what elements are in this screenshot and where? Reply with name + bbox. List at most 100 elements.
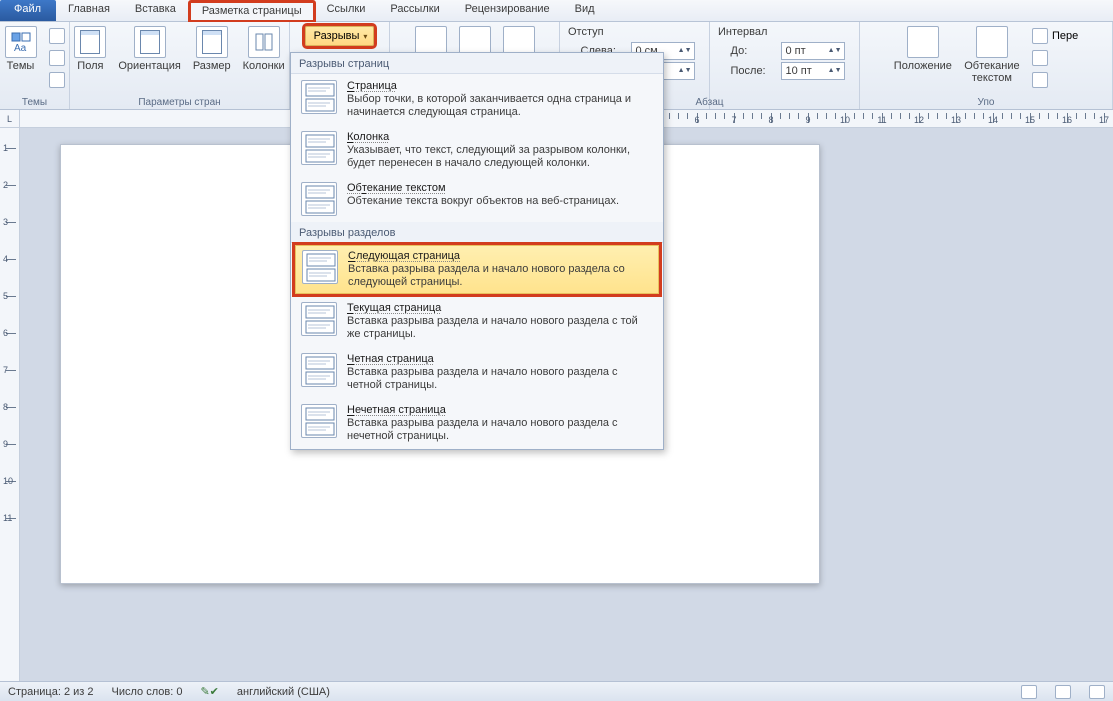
group-themes: Aa Темы Темы: [0, 22, 70, 109]
gallery-item-section-0[interactable]: Следующая страницаВставка разрыва раздел…: [295, 245, 659, 294]
ruler-corner: L: [0, 110, 20, 128]
status-page[interactable]: Страница: 2 из 2: [8, 686, 94, 698]
gallery-item-page-0[interactable]: СтраницаВыбор точки, в которой заканчива…: [291, 74, 663, 125]
tab-review[interactable]: Рецензирование: [453, 0, 563, 21]
view-print-layout-button[interactable]: [1021, 685, 1037, 699]
send-backward-button[interactable]: [1028, 48, 1082, 68]
size-icon: [196, 26, 228, 58]
gallery-header-page-breaks: Разрывы страниц: [291, 53, 663, 74]
themes-label: Темы: [7, 60, 35, 72]
ruler-h-number: 16: [1062, 115, 1072, 125]
tab-mailings[interactable]: Рассылки: [378, 0, 452, 21]
status-word-count[interactable]: Число слов: 0: [112, 686, 183, 698]
themes-button[interactable]: Aa Темы: [1, 24, 41, 74]
theme-fonts-button[interactable]: [45, 48, 69, 68]
position-label: Положение: [894, 60, 952, 72]
gallery-item-icon: [302, 250, 338, 284]
ruler-v-number: 9: [3, 439, 8, 449]
vertical-ruler[interactable]: 1234567891011: [0, 128, 20, 681]
gallery-item-desc: Вставка разрыва раздела и начало нового …: [347, 366, 653, 392]
gallery-item-desc: Вставка разрыва раздела и начало нового …: [347, 417, 653, 443]
truncated-label: Пере: [1052, 30, 1078, 42]
ruler-v-number: 6: [3, 328, 8, 338]
gallery-item-title: Страница: [347, 80, 653, 92]
size-label: Размер: [193, 60, 231, 72]
status-language[interactable]: английский (США): [237, 686, 330, 698]
bring-forward-button[interactable]: Пере: [1028, 26, 1082, 46]
spinner-arrows-icon[interactable]: ▲▼: [828, 48, 842, 54]
orientation-label: Ориентация: [118, 60, 180, 72]
tab-view[interactable]: Вид: [563, 0, 608, 21]
size-button[interactable]: Размер: [189, 24, 235, 74]
tab-page-layout[interactable]: Разметка страницы: [189, 1, 315, 22]
spacing-after-input[interactable]: 10 пт ▲▼: [781, 62, 845, 80]
ruler-v-number: 5: [3, 291, 8, 301]
dropdown-arrow-icon: ▾: [363, 32, 367, 41]
gallery-item-section-3[interactable]: Нечетная страницаВставка разрыва раздела…: [291, 398, 663, 449]
selection-pane-button[interactable]: [1028, 70, 1082, 90]
gallery-item-section-2[interactable]: Четная страницаВставка разрыва раздела и…: [291, 347, 663, 398]
gallery-item-icon: [301, 80, 337, 114]
margins-icon: [74, 26, 106, 58]
gallery-item-desc: Вставка разрыва раздела и начало нового …: [347, 315, 653, 341]
gallery-item-section-1[interactable]: Текущая страницаВставка разрыва раздела …: [291, 296, 663, 347]
ruler-h-number: 6: [694, 115, 699, 125]
wrap-text-button[interactable]: Обтекание текстом: [960, 24, 1024, 86]
status-bar: Страница: 2 из 2 Число слов: 0 ✎✔ англий…: [0, 681, 1113, 701]
ruler-h-number: 9: [805, 115, 810, 125]
view-web-button[interactable]: [1089, 685, 1105, 699]
spacing-after-label: После:: [731, 65, 775, 77]
position-button[interactable]: Положение: [890, 24, 956, 74]
gallery-item-desc: Выбор точки, в которой заканчивается одн…: [347, 93, 653, 119]
group-page-setup-label: Параметры стран: [70, 97, 289, 108]
gallery-item-icon: [301, 302, 337, 336]
gallery-item-page-1[interactable]: КолонкаУказывает, что текст, следующий з…: [291, 125, 663, 176]
group-arrange-label: Упо: [860, 97, 1112, 108]
spacing-before-label: До:: [731, 45, 775, 57]
spacing-before-input[interactable]: 0 пт ▲▼: [781, 42, 845, 60]
theme-colors-button[interactable]: [45, 26, 69, 46]
orientation-button[interactable]: Ориентация: [114, 24, 184, 74]
breaks-gallery: Разрывы страниц СтраницаВыбор точки, в к…: [290, 52, 664, 450]
gallery-item-icon: [301, 404, 337, 438]
margins-label: Поля: [77, 60, 103, 72]
ruler-v-number: 4: [3, 254, 8, 264]
tab-bar: Файл Главная Вставка Разметка страницы С…: [0, 0, 1113, 22]
gallery-item-desc: Указывает, что текст, следующий за разры…: [347, 144, 653, 170]
gallery-item-page-2[interactable]: Обтекание текстомОбтекание текста вокруг…: [291, 176, 663, 222]
view-fullscreen-button[interactable]: [1055, 685, 1071, 699]
breaks-button[interactable]: Разрывы ▾: [305, 26, 375, 46]
tab-insert[interactable]: Вставка: [123, 0, 189, 21]
indent-header: Отступ: [566, 24, 604, 40]
orientation-icon: [134, 26, 166, 58]
group-spacing: Интервал До: 0 пт ▲▼ После: 10 пт ▲▼ Абз…: [710, 22, 860, 109]
spinner-arrows-icon[interactable]: ▲▼: [678, 68, 692, 74]
proofing-icon[interactable]: ✎✔: [200, 685, 218, 698]
columns-button[interactable]: Колонки: [239, 24, 289, 74]
ruler-v-number: 10: [3, 476, 13, 486]
gallery-item-desc: Вставка разрыва раздела и начало нового …: [348, 263, 652, 289]
ruler-h-number: 12: [914, 115, 924, 125]
gallery-item-title: Нечетная страница: [347, 404, 653, 416]
wrap-text-icon: [976, 26, 1008, 58]
ruler-v-number: 3: [3, 217, 8, 227]
bring-forward-icon: [1032, 28, 1048, 44]
theme-effects-button[interactable]: [45, 70, 69, 90]
spinner-arrows-icon[interactable]: ▲▼: [678, 48, 692, 54]
tab-file[interactable]: Файл: [0, 0, 56, 21]
gallery-item-desc: Обтекание текста вокруг объектов на веб-…: [347, 195, 653, 208]
gallery-item-title: Колонка: [347, 131, 653, 143]
tab-home[interactable]: Главная: [56, 0, 123, 21]
margins-button[interactable]: Поля: [70, 24, 110, 74]
ruler-h-number: 8: [768, 115, 773, 125]
ruler-v-number: 11: [3, 513, 12, 523]
tab-references[interactable]: Ссылки: [315, 0, 379, 21]
ruler-v-number: 7: [3, 365, 8, 375]
columns-label: Колонки: [243, 60, 285, 72]
spacing-before-value: 0 пт: [786, 45, 806, 57]
send-backward-icon: [1032, 50, 1048, 66]
spacing-header: Интервал: [716, 24, 767, 40]
wrap-text-label: Обтекание текстом: [964, 60, 1020, 84]
gallery-item-title: Четная страница: [347, 353, 653, 365]
spinner-arrows-icon[interactable]: ▲▼: [828, 68, 842, 74]
